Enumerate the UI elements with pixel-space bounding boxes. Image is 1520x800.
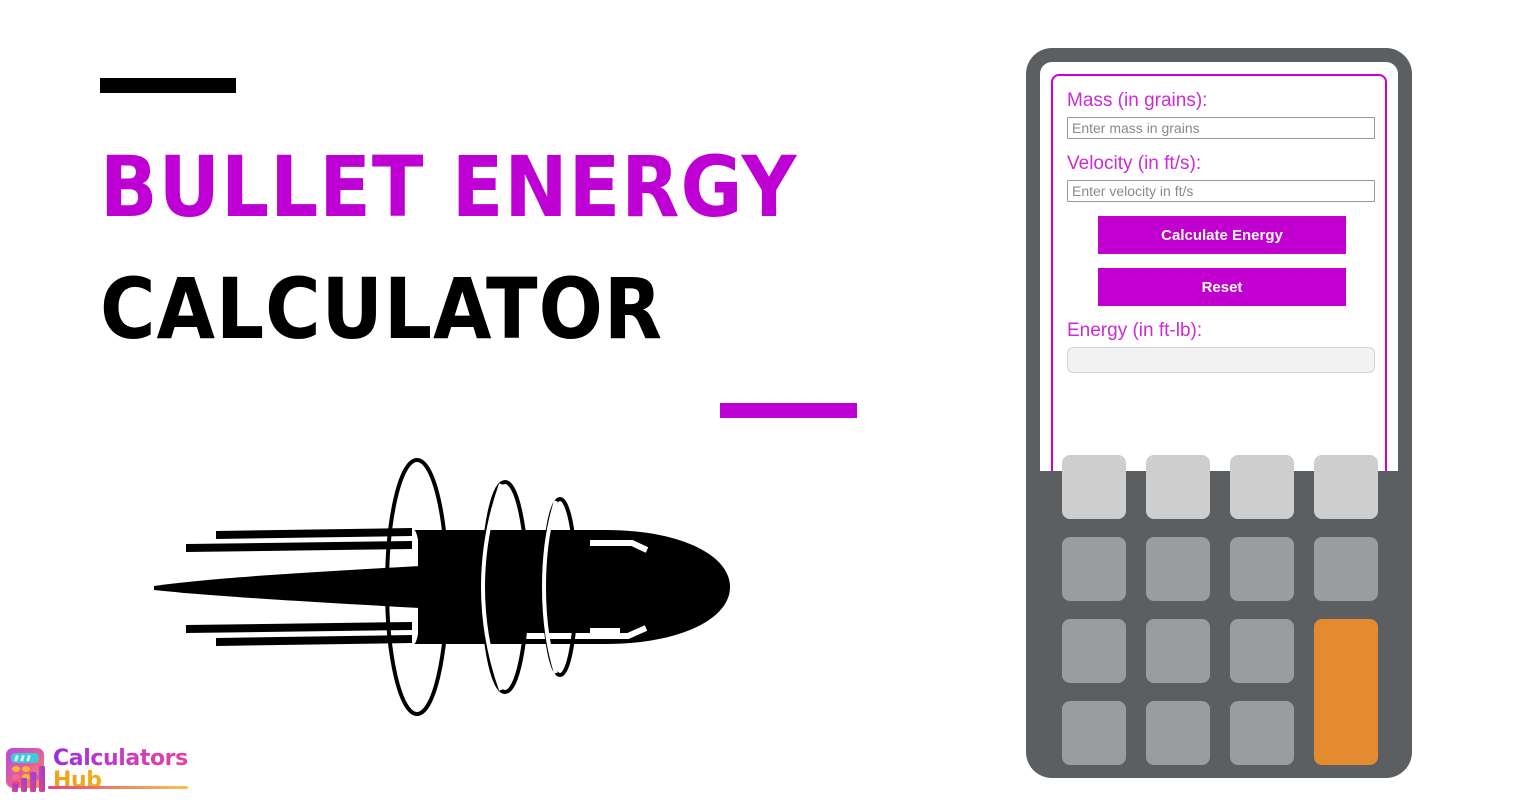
key-r1c2[interactable] — [1146, 455, 1210, 519]
top-accent-rule — [100, 78, 236, 93]
calculator-device: Mass (in grains): Velocity (in ft/s): Ca… — [1026, 48, 1412, 778]
key-accent-equals[interactable] — [1314, 619, 1378, 765]
bottom-accent-rule — [720, 403, 857, 418]
energy-label: Energy (in ft-lb): — [1067, 320, 1203, 341]
mass-label: Mass (in grains): — [1067, 90, 1208, 111]
key-r4c1[interactable] — [1062, 701, 1126, 765]
calculator-bar-chart-logo-icon — [6, 748, 45, 792]
calculator-keypad — [1062, 455, 1378, 765]
bullet-energy-form: Mass (in grains): Velocity (in ft/s): Ca… — [1051, 74, 1387, 471]
mass-input[interactable] — [1067, 117, 1375, 139]
brand-logo[interactable]: Calculators Hub — [4, 742, 194, 798]
key-r2c4[interactable] — [1314, 537, 1378, 601]
key-r3c2[interactable] — [1146, 619, 1210, 683]
calculator-screen: Mass (in grains): Velocity (in ft/s): Ca… — [1040, 62, 1398, 471]
bullet-illustration — [154, 458, 730, 716]
key-r1c1[interactable] — [1062, 455, 1126, 519]
key-r2c3[interactable] — [1230, 537, 1294, 601]
velocity-label: Velocity (in ft/s): — [1067, 153, 1202, 174]
key-r2c2[interactable] — [1146, 537, 1210, 601]
hero-panel: BULLET ENERGY CALCULATOR Calculators Hub — [0, 0, 1000, 800]
key-r3c1[interactable] — [1062, 619, 1126, 683]
brand-word-calculators: Calculators — [53, 746, 188, 771]
reset-button[interactable]: Reset — [1098, 268, 1346, 306]
calculate-energy-button[interactable]: Calculate Energy — [1098, 216, 1346, 254]
energy-result-input[interactable] — [1067, 347, 1375, 373]
velocity-input[interactable] — [1067, 180, 1375, 202]
key-r1c4[interactable] — [1314, 455, 1378, 519]
page-title-line-1: BULLET ENERGY — [100, 138, 798, 236]
brand-underline — [48, 786, 188, 789]
key-r2c1[interactable] — [1062, 537, 1126, 601]
key-r4c3[interactable] — [1230, 701, 1294, 765]
page-title-line-2: CALCULATOR — [100, 260, 664, 358]
key-r1c3[interactable] — [1230, 455, 1294, 519]
key-r3c3[interactable] — [1230, 619, 1294, 683]
key-r4c2[interactable] — [1146, 701, 1210, 765]
